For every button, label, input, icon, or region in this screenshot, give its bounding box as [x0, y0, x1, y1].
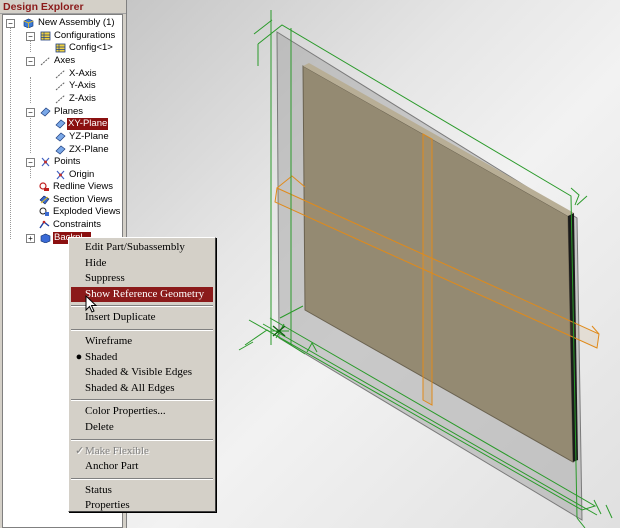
- expand-toggle[interactable]: +: [26, 234, 35, 243]
- tree-item-z-axis[interactable]: Z-Axis: [3, 93, 122, 105]
- menu-item-status[interactable]: Status: [71, 483, 213, 498]
- menu-item-label: Edit Part/Subassembly: [85, 241, 185, 253]
- tree-item-label: New Assembly (1): [38, 17, 115, 28]
- menu-item-label: Show Reference Geometry: [85, 287, 205, 300]
- axis-icon: [55, 94, 66, 104]
- tree-item-section-views[interactable]: Section Views: [3, 194, 122, 206]
- menu-item-label: Shaded: [85, 350, 118, 363]
- tree-item-new-assembly[interactable]: − New Assembly (1): [3, 17, 122, 29]
- collapse-toggle[interactable]: −: [26, 158, 35, 167]
- menu-item-shaded-visible-edges[interactable]: Shaded & Visible Edges: [71, 365, 213, 380]
- menu-item-make-flexible: ✓ Make Flexible: [71, 444, 213, 459]
- tree-item-planes[interactable]: − Planes: [3, 106, 122, 118]
- menu-separator: [71, 438, 213, 441]
- axis-icon: [55, 69, 66, 79]
- tree-item-label: Constraints: [53, 219, 102, 230]
- menu-separator: [71, 477, 213, 480]
- axis-icon: [55, 81, 66, 91]
- menu-item-properties[interactable]: Properties: [71, 498, 213, 513]
- menu-item-label: Wireframe: [85, 335, 133, 347]
- tree-item-label: ZX-Plane: [69, 144, 109, 155]
- collapse-toggle[interactable]: −: [6, 19, 15, 28]
- menu-item-edit-part-subassembly[interactable]: Edit Part/Subassembly: [71, 240, 213, 255]
- radio-bullet-icon: ●: [75, 350, 83, 363]
- plane-icon: [55, 145, 66, 155]
- menu-separator: [71, 399, 213, 402]
- collapse-toggle[interactable]: −: [26, 108, 35, 117]
- tree-item-label: X-Axis: [69, 68, 97, 79]
- tree-item-x-axis[interactable]: X-Axis: [3, 68, 122, 80]
- tree-item-configurations[interactable]: − Configurations: [3, 30, 122, 42]
- tree-item-label: XY-Plane: [67, 118, 109, 130]
- tree-item-label: Exploded Views: [53, 206, 121, 217]
- menu-item-label: Anchor Part: [85, 460, 139, 473]
- tree-item-yz-plane[interactable]: YZ-Plane: [3, 131, 122, 143]
- tree-item-label: Z-Axis: [69, 93, 96, 104]
- menu-item-label: Color Properties...: [85, 405, 166, 418]
- tree-item-label: Configurations: [54, 30, 116, 41]
- tree-item-redline-views[interactable]: Redline Views: [3, 181, 122, 193]
- tree-item-config-1[interactable]: Config<1>: [3, 42, 122, 54]
- tree-item-y-axis[interactable]: Y-Axis: [3, 80, 122, 92]
- menu-item-label: Insert Duplicate: [85, 311, 156, 324]
- tree-item-label: Redline Views: [53, 181, 114, 192]
- menu-item-label: Shaded & Visible Edges: [85, 366, 192, 379]
- plane-icon: [55, 132, 66, 142]
- tree-item-label: YZ-Plane: [69, 131, 109, 142]
- menu-item-anchor-part[interactable]: Anchor Part: [71, 459, 213, 474]
- menu-item-label: Make Flexible: [85, 444, 149, 457]
- tree-item-label: Origin: [69, 169, 95, 180]
- tree-item-label: Section Views: [53, 194, 113, 205]
- part-icon: [40, 233, 51, 243]
- plane-icon: [55, 119, 66, 129]
- mouse-pointer-icon: [85, 295, 97, 313]
- menu-item-hide[interactable]: Hide: [71, 256, 213, 271]
- tree-item-label: Planes: [54, 106, 84, 117]
- section-views-icon: [39, 195, 50, 205]
- constraints-icon: [39, 220, 50, 229]
- menu-item-shaded[interactable]: ● Shaded: [71, 350, 213, 365]
- context-menu: Edit Part/Subassembly Hide Suppress Show Re…: [68, 237, 216, 512]
- assembly-icon: [23, 18, 34, 28]
- menu-item-label: Properties: [85, 499, 130, 512]
- menu-item-label: Hide: [85, 256, 107, 269]
- config-icon: [55, 43, 66, 53]
- menu-item-delete[interactable]: Delete: [71, 420, 213, 435]
- menu-item-shaded-all-edges[interactable]: Shaded & All Edges: [71, 381, 213, 396]
- tree-item-label: Axes: [54, 55, 76, 66]
- menu-item-wireframe[interactable]: Wireframe: [71, 334, 213, 349]
- origin-icon: [56, 170, 65, 180]
- tree-item-label: Config<1>: [69, 42, 113, 53]
- planes-icon: [40, 107, 51, 117]
- menu-separator: [71, 329, 213, 331]
- tree-item-points[interactable]: − Points: [3, 156, 122, 168]
- tree-item-label: Points: [54, 156, 81, 167]
- points-icon: [41, 157, 50, 167]
- tree-item-zx-plane[interactable]: ZX-Plane: [3, 144, 122, 156]
- redline-views-icon: [39, 182, 49, 191]
- tree-item-axes[interactable]: − Axes: [3, 55, 122, 67]
- checkmark-icon: ✓: [75, 444, 85, 457]
- design-explorer-title: Design Explorer: [3, 1, 84, 13]
- menu-item-suppress[interactable]: Suppress: [71, 271, 213, 286]
- tree-item-origin[interactable]: Origin: [3, 169, 122, 181]
- design-explorer-title-bar: Design Explorer: [0, 0, 126, 14]
- tree-item-exploded-views[interactable]: Exploded Views: [3, 206, 122, 218]
- tree-item-constraints[interactable]: Constraints: [3, 219, 122, 231]
- collapse-toggle[interactable]: −: [26, 32, 35, 41]
- menu-item-color-properties[interactable]: Color Properties...: [71, 404, 213, 419]
- menu-item-label: Suppress: [85, 272, 125, 285]
- menu-item-label: Delete: [85, 421, 114, 433]
- menu-item-label: Shaded & All Edges: [85, 381, 175, 394]
- menu-item-label: Status: [85, 483, 112, 496]
- tree-item-xy-plane[interactable]: XY-Plane: [3, 118, 122, 130]
- exploded-views-icon: [39, 207, 49, 216]
- configurations-icon: [40, 31, 51, 41]
- tree-item-label: Y-Axis: [69, 80, 96, 91]
- axes-icon: [40, 56, 51, 66]
- collapse-toggle[interactable]: −: [26, 57, 35, 66]
